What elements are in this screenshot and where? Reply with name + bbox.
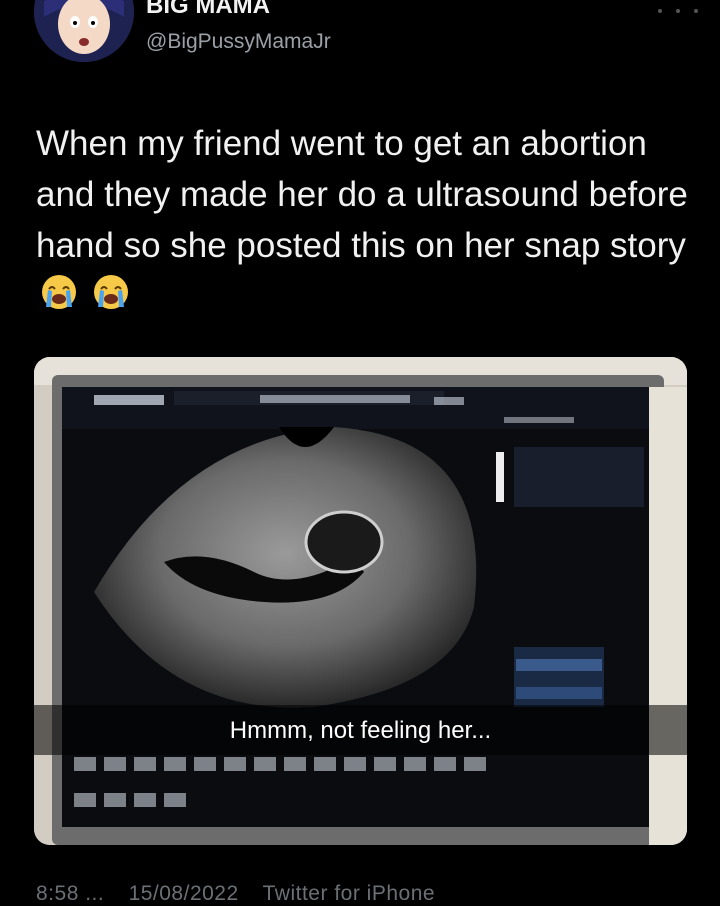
snap-caption: Hmmm, not feeling her...: [229, 717, 492, 744]
display-name[interactable]: BIG MAMA: [146, 0, 270, 20]
tweet-text: When my friend went to get an abortion a…: [36, 118, 696, 325]
tweet-header: BIG MAMA @BigPussyMamaJr: [0, 0, 720, 110]
handle[interactable]: @BigPussyMamaJr: [146, 30, 331, 54]
loudly-crying-face-icon: [92, 273, 130, 325]
ultrasound-photo: [34, 357, 687, 845]
loudly-crying-face-icon: [40, 273, 78, 325]
tweet-media-image[interactable]: Hmmm, not feeling her...: [34, 357, 687, 845]
tweet-source[interactable]: Twitter for iPhone: [263, 882, 435, 905]
tweet-meta: 8:58 ... 15/08/2022 Twitter for iPhone: [36, 882, 453, 906]
tweet-date[interactable]: 15/08/2022: [129, 882, 239, 905]
more-options-icon[interactable]: [658, 4, 698, 18]
avatar[interactable]: [34, 0, 134, 62]
tweet-body: When my friend went to get an abortion a…: [36, 124, 688, 265]
tweet-time[interactable]: 8:58 ...: [36, 882, 104, 905]
